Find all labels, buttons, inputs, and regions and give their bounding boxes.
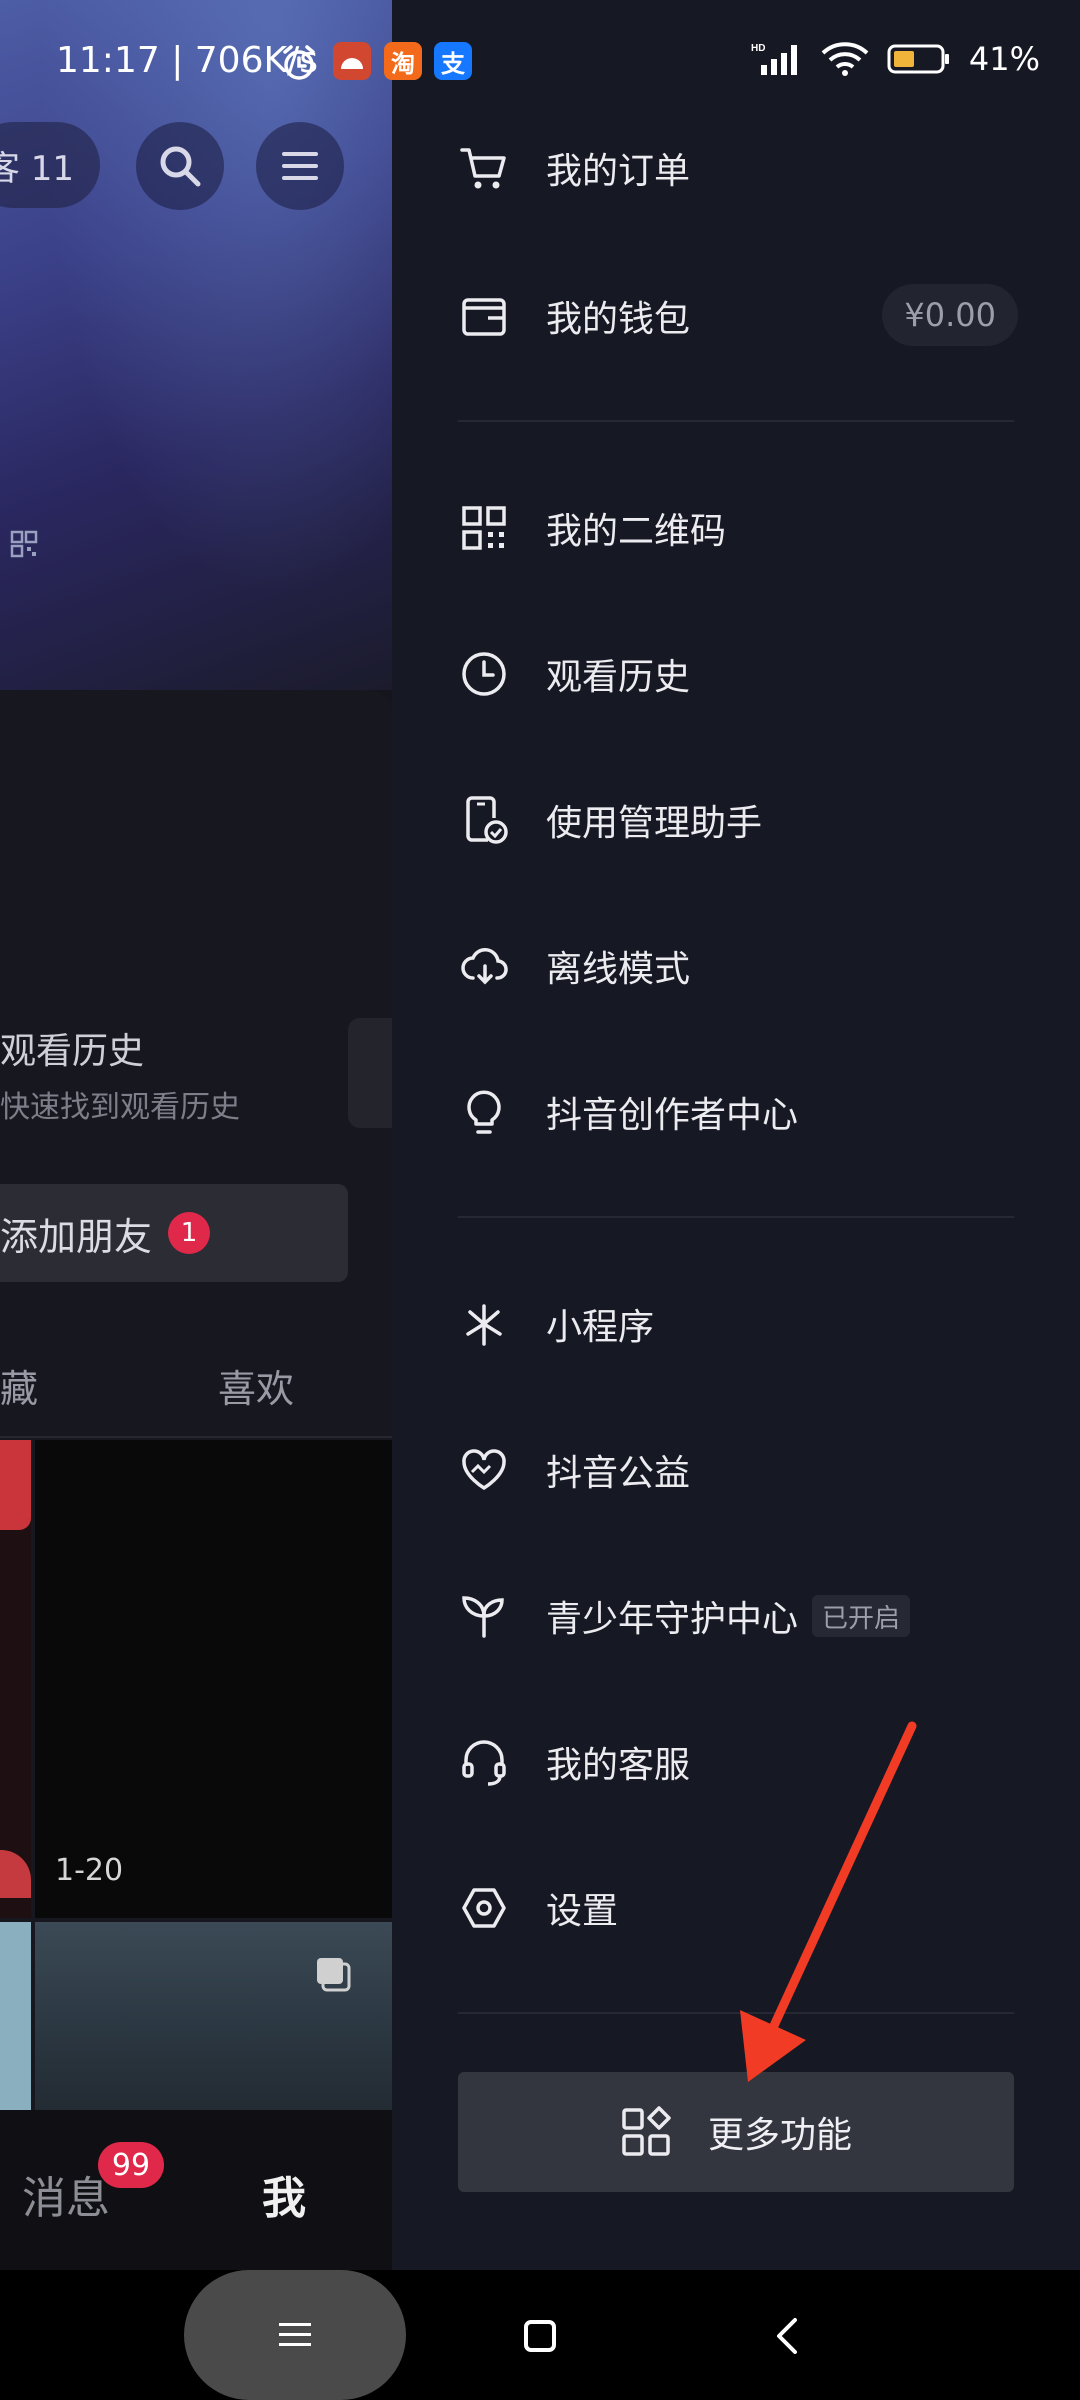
- clock-icon: [462, 652, 506, 696]
- back-arrow-icon: [777, 2318, 797, 2354]
- tab-divider: [0, 1436, 392, 1438]
- menu-item-label: 我的二维码: [546, 511, 727, 552]
- messages-badge: 99: [98, 2142, 164, 2188]
- sprout-icon: [462, 1596, 504, 1638]
- wallet-balance: ¥0.00: [882, 284, 1018, 346]
- menu-item-usage-assistant[interactable]: 使用管理助手: [458, 772, 1028, 868]
- menu-item-offline-mode[interactable]: 离线模式: [458, 918, 1028, 1014]
- status-icons: HD 41%: [751, 40, 1040, 78]
- system-navigation-bar: [0, 2270, 1080, 2400]
- video-thumbnail[interactable]: [35, 1922, 392, 2110]
- menu-item-label: 使用管理助手: [546, 803, 763, 844]
- menu-item-charity[interactable]: 抖音公益: [458, 1422, 1028, 1518]
- history-subtitle: 快速找到观看历史: [0, 1090, 240, 1125]
- menu-icon: [279, 2323, 311, 2346]
- add-friend-button[interactable]: 添加朋友 1: [0, 1184, 348, 1282]
- menu-icon: [282, 152, 318, 180]
- multi-image-icon: [317, 1958, 351, 1992]
- back-button[interactable]: [760, 2308, 816, 2364]
- svg-text:HD: HD: [751, 43, 765, 54]
- menu-item-customer-service[interactable]: 我的客服: [458, 1714, 1028, 1810]
- cellular-signal-icon: HD: [751, 43, 797, 75]
- apps-grid-icon: [622, 2106, 671, 2156]
- add-friend-badge: 1: [168, 1212, 211, 1254]
- battery-percent: 41%: [968, 40, 1040, 78]
- menu-button[interactable]: [256, 122, 344, 210]
- video-thumbnail[interactable]: [0, 1440, 31, 1918]
- settings-icon: [462, 1888, 506, 1928]
- menu-item-orders[interactable]: 我的订单: [458, 120, 1028, 216]
- tab-likes[interactable]: 喜欢: [218, 1358, 294, 1413]
- game-app-icon: [333, 42, 371, 80]
- video-count-label: 1-20: [55, 1853, 124, 1888]
- visitor-count-text: 客 11: [0, 148, 74, 189]
- menu-item-label: 我的钱包: [546, 299, 691, 340]
- heart-icon: [462, 1449, 506, 1491]
- wallet-icon: [462, 298, 506, 336]
- nav-messages[interactable]: 消息: [22, 2162, 110, 2226]
- menu-item-label: 设置: [546, 1891, 619, 1932]
- square-icon: [524, 2320, 556, 2352]
- wifi-icon: [821, 42, 869, 76]
- menu-item-label: 抖音创作者中心: [546, 1095, 799, 1136]
- headset-icon: [462, 1740, 506, 1786]
- tab-collection[interactable]: 藏: [0, 1358, 38, 1413]
- section-divider: [458, 2012, 1014, 2014]
- menu-item-settings[interactable]: 设置: [458, 1860, 1028, 1956]
- lightbulb-icon: [467, 1090, 501, 1134]
- mini-program-icon: [466, 1304, 502, 1346]
- thumbnail-art: [0, 1850, 31, 1898]
- alarm-icon: [283, 45, 315, 80]
- menu-item-label: 青少年守护中心: [546, 1599, 799, 1640]
- qr-code-icon[interactable]: [10, 530, 38, 558]
- menu-item-watch-history[interactable]: 观看历史: [458, 626, 1028, 722]
- menu-item-qr-code[interactable]: 我的二维码: [458, 480, 1028, 576]
- menu-item-label: 我的订单: [546, 151, 691, 192]
- section-divider: [458, 420, 1014, 422]
- history-card-edge[interactable]: [348, 1018, 392, 1128]
- video-thumbnail[interactable]: [0, 1922, 31, 2110]
- status-tag: 已开启: [812, 1595, 911, 1637]
- menu-item-mini-programs[interactable]: 小程序: [458, 1276, 1028, 1372]
- menu-item-label: 我的客服: [546, 1745, 691, 1786]
- alipay-app-icon: 支: [434, 42, 472, 80]
- qr-code-icon: [462, 506, 506, 550]
- phone-check-icon: [466, 796, 508, 844]
- status-bar: 11:17 | 706K/s 淘 支 HD 41%: [0, 0, 1080, 120]
- profile-page-background: 客 11 观看历史 快速找到观看历史 添加朋友 1 藏 喜欢 1-20 消息 9…: [0, 0, 392, 2270]
- cart-icon: [460, 148, 506, 189]
- video-thumbnail[interactable]: 1-20: [35, 1440, 392, 1918]
- menu-item-creator-center[interactable]: 抖音创作者中心: [458, 1064, 1028, 1160]
- menu-item-label: 抖音公益: [546, 1453, 691, 1494]
- home-button[interactable]: [512, 2308, 568, 2364]
- add-friend-label: 添加朋友: [0, 1214, 153, 1259]
- menu-item-label: 小程序: [546, 1307, 655, 1348]
- more-features-label: 更多功能: [707, 2115, 852, 2156]
- section-divider: [458, 1216, 1014, 1218]
- history-title[interactable]: 观看历史: [0, 1022, 144, 1074]
- bottom-navigation: 消息 99 我: [0, 2110, 392, 2270]
- visitor-count-pill[interactable]: 客 11: [0, 122, 100, 208]
- cloud-download-icon: [461, 948, 508, 985]
- search-button[interactable]: [136, 122, 224, 210]
- lantern-image: [0, 1440, 31, 1530]
- menu-item-label: 观看历史: [546, 657, 691, 698]
- taobao-app-icon: 淘: [384, 42, 422, 80]
- recents-button[interactable]: [184, 2270, 406, 2400]
- menu-item-label: 离线模式: [546, 949, 691, 990]
- search-icon: [160, 146, 201, 187]
- menu-item-wallet[interactable]: 我的钱包 ¥0.00: [458, 268, 1028, 364]
- nav-me[interactable]: 我: [262, 2162, 306, 2226]
- status-time: 11:17 | 706K/s: [56, 40, 318, 81]
- more-features-button[interactable]: 更多功能: [458, 2072, 1014, 2192]
- side-drawer-menu: 我的订单 我的钱包 ¥0.00 我的二维码 观看历史 使用管理助手 离线模式 抖…: [392, 0, 1080, 2270]
- battery-icon: [887, 44, 949, 74]
- menu-item-youth-protection[interactable]: 青少年守护中心 已开启: [458, 1568, 1028, 1664]
